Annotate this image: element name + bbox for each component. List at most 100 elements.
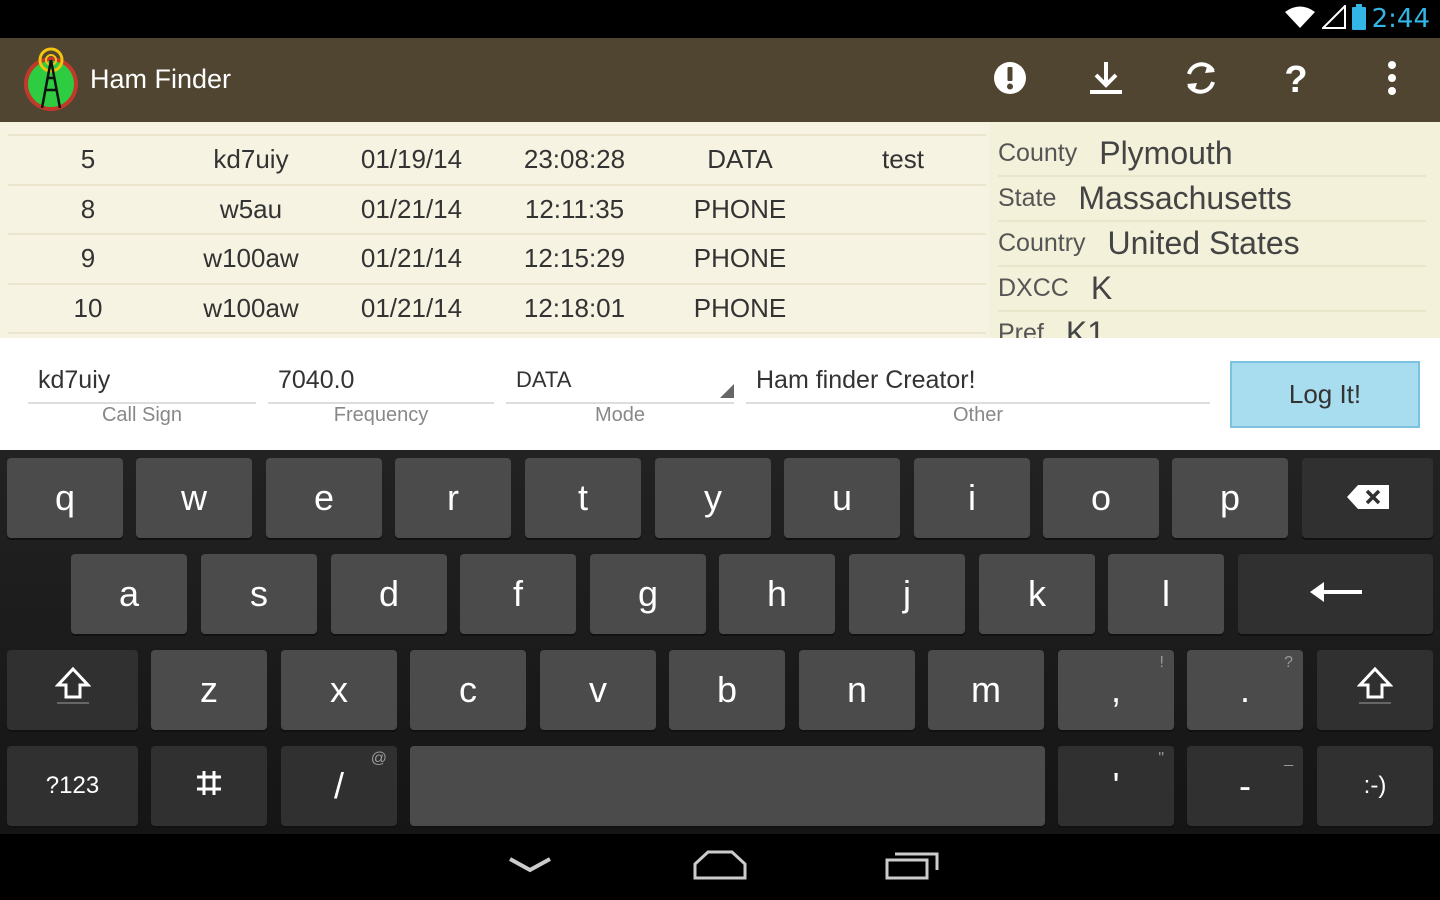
- key-dash[interactable]: - _: [1187, 746, 1303, 826]
- detail-value: K1: [1065, 315, 1105, 338]
- key-e[interactable]: e: [266, 458, 382, 538]
- key-g[interactable]: g: [590, 554, 706, 634]
- space-key[interactable]: [410, 746, 1045, 826]
- contact-log-table: 5 kd7uiy 01/19/14 23:08:28 DATA test 8 w…: [8, 134, 986, 334]
- key-n[interactable]: n: [799, 650, 915, 730]
- table-row[interactable]: 8 w5au 01/21/14 12:11:35 PHONE: [8, 186, 986, 235]
- entry-number: 9: [80, 243, 96, 274]
- key-x[interactable]: x: [281, 650, 397, 730]
- key-k[interactable]: k: [979, 554, 1095, 634]
- entry-number: 5: [80, 144, 96, 175]
- detail-label: State: [998, 184, 1057, 212]
- entry-number: 10: [73, 292, 103, 323]
- entry-call-sign: w100aw: [203, 243, 299, 274]
- app-logo-icon[interactable]: [22, 46, 80, 112]
- entry-number: 8: [80, 193, 96, 224]
- entry-other: test: [882, 144, 924, 175]
- table-row[interactable]: 9 w100aw 01/21/14 12:15:29 PHONE: [8, 235, 986, 285]
- key-dash-label: -: [1239, 765, 1251, 806]
- call-sign-field[interactable]: kd7uiy: [28, 358, 256, 404]
- entry-mode: PHONE: [693, 243, 787, 274]
- key-apostrophe-label: ': [1112, 765, 1120, 806]
- key-b[interactable]: b: [669, 650, 785, 730]
- settings-key[interactable]: [151, 746, 267, 826]
- entry-mode: PHONE: [693, 193, 787, 224]
- status-clock: 2:44: [1371, 4, 1430, 34]
- home-button[interactable]: [680, 844, 760, 890]
- alert-button[interactable]: [986, 56, 1034, 104]
- entry-date: 01/19/14: [360, 144, 463, 175]
- symbols-key[interactable]: ?123: [7, 746, 138, 826]
- key-c[interactable]: c: [410, 650, 526, 730]
- recent-apps-button[interactable]: [872, 844, 952, 890]
- key-d[interactable]: d: [331, 554, 447, 634]
- key-r[interactable]: r: [395, 458, 511, 538]
- chevron-down-icon: [507, 856, 553, 879]
- key-m[interactable]: m: [928, 650, 1044, 730]
- key-slash-label: /: [333, 765, 344, 806]
- table-row[interactable]: 10 w100aw 01/21/14 12:18:01 PHONE: [8, 285, 986, 334]
- key-slash[interactable]: / @: [281, 746, 397, 826]
- smiley-key[interactable]: :-): [1317, 746, 1433, 826]
- entry-call-sign: w100aw: [203, 292, 299, 323]
- key-comma[interactable]: , !: [1058, 650, 1174, 730]
- shift-key-right[interactable]: [1317, 650, 1433, 730]
- detail-label: DXCC: [998, 274, 1069, 302]
- location-detail-panel: County Plymouth State Massachusetts Coun…: [990, 122, 1440, 338]
- frequency-value: 7040.0: [278, 365, 355, 394]
- overflow-menu-button[interactable]: [1368, 56, 1416, 104]
- detail-row-dxcc: DXCC K: [998, 267, 1426, 312]
- key-apostrophe[interactable]: ' ": [1058, 746, 1174, 826]
- key-p[interactable]: p: [1172, 458, 1288, 538]
- entry-time: 12:11:35: [524, 193, 625, 224]
- key-hint: ": [1158, 750, 1164, 767]
- table-row[interactable]: 5 kd7uiy 01/19/14 23:08:28 DATA test: [8, 136, 986, 186]
- log-entry-form: kd7uiy Call Sign 7040.0 Frequency DATA M…: [0, 338, 1440, 450]
- download-button[interactable]: [1082, 56, 1130, 104]
- key-l[interactable]: l: [1108, 554, 1224, 634]
- key-t[interactable]: t: [525, 458, 641, 538]
- shift-key-left[interactable]: [7, 650, 138, 730]
- log-it-button[interactable]: Log It!: [1230, 361, 1420, 428]
- status-icons: 2:44: [1284, 3, 1430, 34]
- call-sign-value: kd7uiy: [38, 365, 111, 394]
- mode-value: DATA: [516, 367, 572, 392]
- detail-row-state: State Massachusetts: [998, 177, 1426, 222]
- keyboard-settings-icon: [194, 765, 224, 807]
- key-w[interactable]: w: [136, 458, 252, 538]
- enter-key[interactable]: [1238, 554, 1433, 634]
- backspace-key[interactable]: [1302, 458, 1433, 538]
- mode-dropdown[interactable]: DATA: [506, 358, 734, 404]
- key-q[interactable]: q: [7, 458, 123, 538]
- key-period[interactable]: . ?: [1187, 650, 1303, 730]
- entry-mode: PHONE: [693, 292, 787, 323]
- key-o[interactable]: o: [1043, 458, 1159, 538]
- navigation-bar: [0, 834, 1440, 900]
- key-j[interactable]: j: [849, 554, 965, 634]
- key-a[interactable]: a: [71, 554, 187, 634]
- other-field[interactable]: Ham finder Creator!: [746, 358, 1210, 404]
- refresh-button[interactable]: [1177, 56, 1225, 104]
- key-h[interactable]: h: [719, 554, 835, 634]
- detail-label: Pref: [998, 319, 1044, 338]
- key-comma-label: ,: [1110, 669, 1121, 710]
- soft-keyboard: q w e r t y u i o p a s d f g h j k l z …: [0, 450, 1440, 834]
- key-z[interactable]: z: [151, 650, 267, 730]
- key-hint: ?: [1284, 654, 1293, 671]
- action-bar: Ham Finder ?: [0, 38, 1440, 122]
- key-hint: !: [1159, 654, 1164, 671]
- refresh-icon: [1182, 59, 1220, 102]
- detail-row-country: Country United States: [998, 222, 1426, 267]
- key-u[interactable]: u: [784, 458, 900, 538]
- key-f[interactable]: f: [460, 554, 576, 634]
- content-area: 5 kd7uiy 01/19/14 23:08:28 DATA test 8 w…: [0, 122, 1440, 338]
- other-label: Other: [952, 404, 1004, 426]
- frequency-field[interactable]: 7040.0: [268, 358, 494, 404]
- help-button[interactable]: ?: [1272, 56, 1320, 104]
- key-s[interactable]: s: [201, 554, 317, 634]
- call-sign-label: Call Sign: [101, 404, 183, 426]
- hide-keyboard-button[interactable]: [490, 844, 570, 890]
- key-v[interactable]: v: [540, 650, 656, 730]
- key-y[interactable]: y: [655, 458, 771, 538]
- key-i[interactable]: i: [914, 458, 1030, 538]
